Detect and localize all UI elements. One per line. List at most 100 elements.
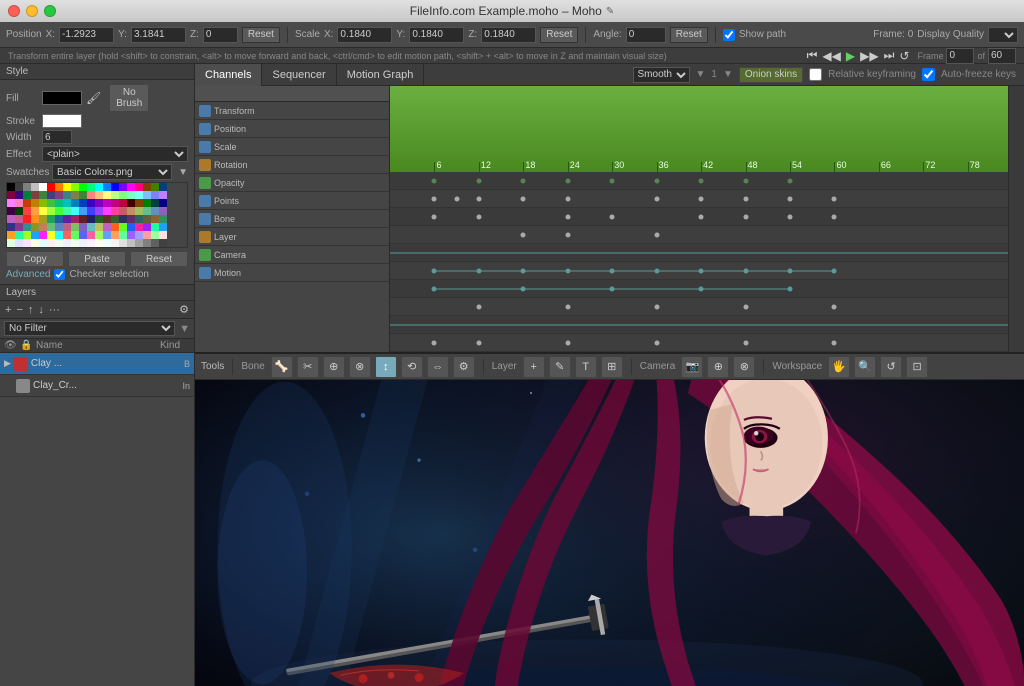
color-swatch[interactable] xyxy=(79,191,87,199)
keyframe-dot[interactable] xyxy=(610,286,615,291)
layer-menu-button[interactable]: ··· xyxy=(48,304,61,316)
color-swatch[interactable] xyxy=(79,199,87,207)
color-swatch[interactable] xyxy=(7,199,15,207)
color-swatch[interactable] xyxy=(111,207,119,215)
keyframe-dot[interactable] xyxy=(832,268,837,273)
color-swatch[interactable] xyxy=(95,223,103,231)
color-swatch[interactable] xyxy=(79,183,87,191)
color-swatch[interactable] xyxy=(119,199,127,207)
color-swatch[interactable] xyxy=(15,223,23,231)
effect-select[interactable]: <plain> xyxy=(42,146,188,162)
color-swatch[interactable] xyxy=(55,223,63,231)
color-swatch[interactable] xyxy=(15,215,23,223)
keyframe-dot[interactable] xyxy=(832,214,837,219)
color-swatch[interactable] xyxy=(7,207,15,215)
color-swatch[interactable] xyxy=(47,191,55,199)
color-swatch[interactable] xyxy=(55,231,63,239)
color-swatch[interactable] xyxy=(103,199,111,207)
color-swatch[interactable] xyxy=(103,239,111,247)
color-swatch[interactable] xyxy=(7,191,15,199)
keyframe-dot[interactable] xyxy=(521,268,526,273)
keyframe-dot[interactable] xyxy=(832,340,837,345)
keyframe-dot[interactable] xyxy=(432,214,437,219)
loop-button[interactable]: ↺ xyxy=(898,49,910,63)
color-swatch[interactable] xyxy=(39,183,47,191)
timeline-track-row[interactable] xyxy=(390,208,1008,226)
color-swatch[interactable] xyxy=(159,239,167,247)
timeline-track-row[interactable] xyxy=(390,172,1008,190)
color-swatch[interactable] xyxy=(111,239,119,247)
color-swatch[interactable] xyxy=(159,199,167,207)
color-swatch[interactable] xyxy=(143,223,151,231)
minimize-button[interactable] xyxy=(26,5,38,17)
color-swatch[interactable] xyxy=(87,191,95,199)
keyframe-dot[interactable] xyxy=(476,178,481,183)
keyframe-dot[interactable] xyxy=(743,340,748,345)
color-swatch[interactable] xyxy=(135,215,143,223)
keyframe-dot[interactable] xyxy=(699,214,704,219)
keyframe-dot[interactable] xyxy=(565,178,570,183)
stroke-swatch[interactable] xyxy=(42,114,82,128)
color-swatch[interactable] xyxy=(111,223,119,231)
color-swatch[interactable] xyxy=(79,207,87,215)
color-swatch[interactable] xyxy=(31,199,39,207)
angle-input[interactable] xyxy=(626,27,666,43)
fill-swatch[interactable] xyxy=(42,91,82,105)
color-swatch[interactable] xyxy=(151,191,159,199)
filter-select[interactable]: No Filter xyxy=(4,321,175,336)
keyframe-dot[interactable] xyxy=(743,214,748,219)
color-swatch[interactable] xyxy=(143,207,151,215)
color-swatch[interactable] xyxy=(135,183,143,191)
layer-tool-3[interactable]: T xyxy=(575,356,597,378)
keyframe-dot[interactable] xyxy=(699,196,704,201)
color-swatch[interactable] xyxy=(55,191,63,199)
keyframe-dot[interactable] xyxy=(432,268,437,273)
keyframe-dot[interactable] xyxy=(654,304,659,309)
color-swatch[interactable] xyxy=(47,199,55,207)
color-swatch[interactable] xyxy=(55,183,63,191)
color-swatch[interactable] xyxy=(71,239,79,247)
width-input[interactable] xyxy=(42,130,72,144)
color-swatch[interactable] xyxy=(23,239,31,247)
layer-add-button[interactable]: + xyxy=(4,304,12,316)
color-swatch[interactable] xyxy=(87,183,95,191)
keyframe-dot[interactable] xyxy=(521,196,526,201)
color-swatch[interactable] xyxy=(159,215,167,223)
keyframe-dot[interactable] xyxy=(565,214,570,219)
color-swatch[interactable] xyxy=(79,231,87,239)
color-swatch[interactable] xyxy=(23,207,31,215)
color-swatch[interactable] xyxy=(127,239,135,247)
color-swatch[interactable] xyxy=(7,239,15,247)
color-swatch[interactable] xyxy=(39,191,47,199)
color-swatch[interactable] xyxy=(23,191,31,199)
layer-up-button[interactable]: ↑ xyxy=(27,304,35,316)
color-swatch[interactable] xyxy=(95,191,103,199)
smooth-select[interactable]: Smooth xyxy=(633,67,690,83)
color-swatch[interactable] xyxy=(127,191,135,199)
total-frames-input[interactable] xyxy=(988,48,1016,64)
color-swatch[interactable] xyxy=(151,223,159,231)
layer-tool-1[interactable]: + xyxy=(523,356,545,378)
color-swatch[interactable] xyxy=(111,231,119,239)
color-swatch[interactable] xyxy=(143,199,151,207)
color-swatch[interactable] xyxy=(87,223,95,231)
camera-tool-1[interactable]: 📷 xyxy=(681,356,703,378)
color-swatch[interactable] xyxy=(15,239,23,247)
color-swatch[interactable] xyxy=(31,231,39,239)
keyframe-dot[interactable] xyxy=(743,304,748,309)
relative-key-checkbox[interactable] xyxy=(809,68,822,81)
reset-position-button[interactable]: Reset xyxy=(242,27,280,43)
keyframe-dot[interactable] xyxy=(788,286,793,291)
keyframe-dot[interactable] xyxy=(699,286,704,291)
color-swatch[interactable] xyxy=(135,199,143,207)
keyframe-dot[interactable] xyxy=(743,268,748,273)
timeline-tracks[interactable]: 6121824303642485460667278849096102108 xyxy=(390,86,1008,352)
keyframe-dot[interactable] xyxy=(654,268,659,273)
color-swatch[interactable] xyxy=(95,183,103,191)
color-swatch[interactable] xyxy=(159,223,167,231)
timeline-track-row[interactable] xyxy=(390,190,1008,208)
timeline-track-row[interactable] xyxy=(390,226,1008,244)
keyframe-dot[interactable] xyxy=(832,304,837,309)
keyframe-dot[interactable] xyxy=(565,268,570,273)
color-swatch[interactable] xyxy=(47,223,55,231)
